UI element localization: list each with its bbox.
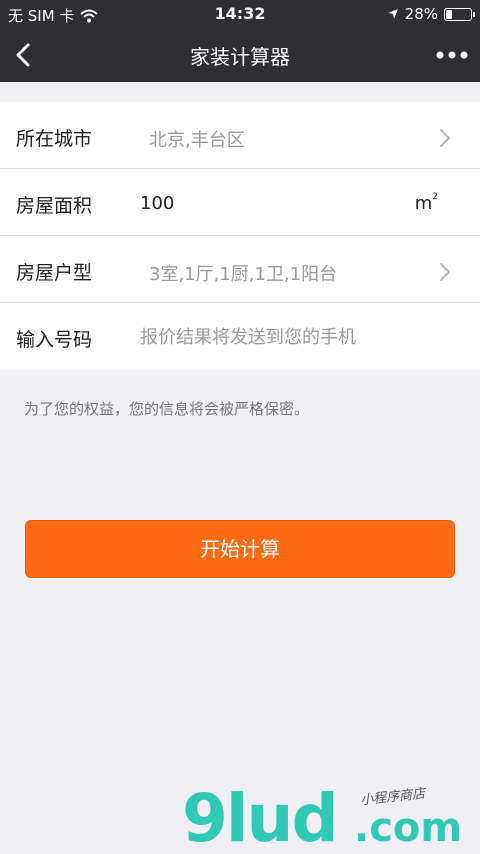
battery-percent: 28% (404, 5, 438, 23)
location-arrow-icon (387, 9, 398, 19)
battery-fill (446, 9, 452, 19)
more-dots-icon (436, 51, 468, 59)
status-bar: 无 SIM 卡 14:32 28% (0, 0, 480, 28)
city-label: 所在城市 (16, 128, 93, 150)
unit-base: m (414, 193, 433, 214)
page-title: 家装计算器 (190, 45, 290, 69)
area-unit: m2 (414, 192, 438, 214)
chevron-right-icon (440, 263, 450, 281)
nav-bar: 家装计算器 (0, 28, 480, 82)
start-calculate-button[interactable]: 开始计算 (25, 520, 455, 578)
area-row: 房屋面积 m2 (0, 169, 480, 236)
status-right: 28% (387, 5, 475, 23)
watermark-brand: 9lud (182, 780, 339, 854)
phone-row: 输入号码 (0, 303, 480, 370)
phone-label: 输入号码 (16, 329, 93, 351)
layout-label: 房屋户型 (16, 262, 93, 284)
layout-value: 3室,1厅,1厨,1卫,1阳台 (149, 264, 338, 285)
city-row[interactable]: 所在城市 北京,丰台区 (0, 102, 480, 169)
privacy-notice: 为了您的权益，您的信息将会被严格保密。 (24, 400, 310, 418)
chevron-right-icon (440, 129, 450, 147)
area-label: 房屋面积 (16, 195, 93, 217)
layout-row[interactable]: 房屋户型 3室,1厅,1厨,1卫,1阳台 (0, 236, 480, 303)
battery-icon (444, 7, 475, 21)
phone-input[interactable] (140, 319, 400, 355)
more-button[interactable] (432, 37, 472, 73)
unit-superscript: 2 (432, 192, 438, 202)
watermark-logo: 9lud .com 小程序商店 (182, 780, 472, 854)
calculator-form: 所在城市 北京,丰台区 房屋面积 m2 房屋户型 3室,1厅,1厨,1卫,1阳台… (0, 102, 480, 370)
area-input[interactable] (140, 185, 400, 221)
watermark-domain: .com (354, 805, 463, 851)
city-value: 北京,丰台区 (149, 130, 245, 151)
